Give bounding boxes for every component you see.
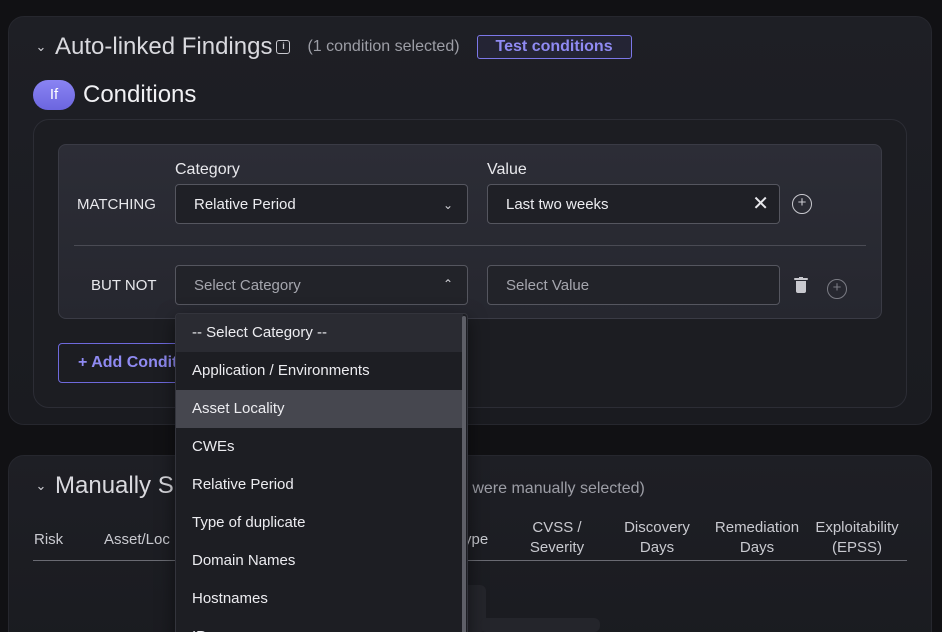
column-exploitability-epss[interactable]: Exploitability (EPSS) xyxy=(808,518,906,558)
dropdown-option[interactable]: -- Select Category -- xyxy=(176,314,463,352)
test-conditions-button[interactable]: Test conditions xyxy=(476,35,632,59)
chevron-down-icon[interactable]: ⌄ xyxy=(35,39,47,55)
conditions-title: Conditions xyxy=(83,81,197,108)
dropdown-option[interactable]: Relative Period xyxy=(176,466,463,504)
column-asset-location[interactable]: Asset/Loc xyxy=(104,530,170,550)
conditions-header: If Conditions xyxy=(33,80,196,110)
chevron-down-icon: ⌄ xyxy=(442,198,453,212)
section-title: Manually S xyxy=(55,472,174,499)
dropdown-option[interactable]: CWEs xyxy=(176,428,463,466)
dropdown-option[interactable]: IPs xyxy=(176,618,463,632)
column-remediation-days[interactable]: Remediation Days xyxy=(707,518,807,558)
add-subcondition-icon-disabled[interactable]: + xyxy=(827,279,847,299)
category-select-value: Relative Period xyxy=(194,195,296,213)
column-discovery-days[interactable]: Discovery Days xyxy=(612,518,702,558)
but-not-label: BUT NOT xyxy=(91,277,157,294)
info-icon[interactable]: i xyxy=(276,40,291,54)
value-select-but-not[interactable]: Select Value xyxy=(487,265,780,305)
dropdown-option[interactable]: Domain Names xyxy=(176,542,463,580)
category-select-placeholder: Select Category xyxy=(194,276,301,294)
table-header-divider xyxy=(33,560,907,561)
if-badge: If xyxy=(33,80,75,110)
value-input-matching[interactable]: Last two weeks ✕ xyxy=(487,184,780,224)
condition-count-note: (1 condition selected) xyxy=(307,38,460,55)
dropdown-scrollbar[interactable] xyxy=(462,316,466,632)
auto-linked-header: ⌄ Auto-linked Findings i (1 condition se… xyxy=(35,33,632,61)
dropdown-option-hovered[interactable]: Asset Locality xyxy=(176,390,463,428)
row-divider xyxy=(74,245,866,246)
chevron-down-icon[interactable]: ⌄ xyxy=(35,478,47,494)
chevron-up-icon: ⌃ xyxy=(442,277,453,291)
section-title: Auto-linked Findings xyxy=(55,33,273,60)
category-dropdown-menu: -- Select Category -- Application / Envi… xyxy=(175,313,468,632)
category-select-but-not[interactable]: Select Category ⌃ xyxy=(175,265,468,305)
manually-selected-header: ⌄ Manually S xyxy=(35,472,174,500)
matching-label: MATCHING xyxy=(77,196,156,213)
category-column-label: Category xyxy=(175,161,240,178)
dropdown-option[interactable]: Type of duplicate xyxy=(176,504,463,542)
value-text: Last two weeks xyxy=(506,195,609,213)
column-risk[interactable]: Risk xyxy=(34,530,63,550)
trash-icon[interactable] xyxy=(794,277,808,294)
value-column-label: Value xyxy=(487,161,527,178)
clear-value-icon[interactable]: ✕ xyxy=(752,193,769,215)
dropdown-option[interactable]: Application / Environments xyxy=(176,352,463,390)
loading-skeleton xyxy=(480,618,600,632)
column-cvss-severity[interactable]: CVSS / Severity xyxy=(512,518,602,558)
add-subcondition-icon[interactable]: + xyxy=(792,194,812,214)
value-select-placeholder: Select Value xyxy=(506,276,590,294)
category-select-matching[interactable]: Relative Period ⌄ xyxy=(175,184,468,224)
dropdown-option[interactable]: Hostnames xyxy=(176,580,463,618)
manual-count-note: ns were manually selected) xyxy=(451,480,645,497)
